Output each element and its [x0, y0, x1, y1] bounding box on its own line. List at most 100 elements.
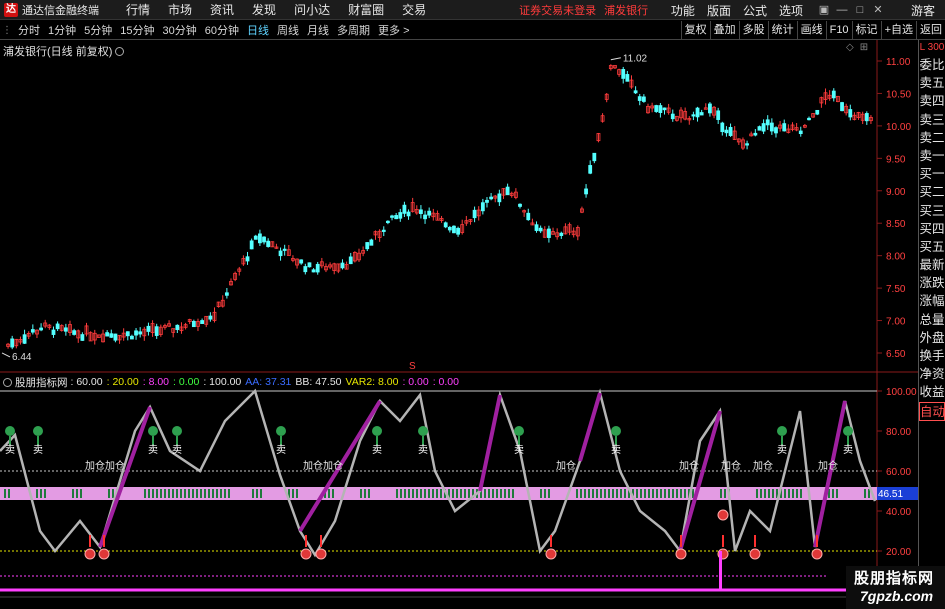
maximize-icon[interactable]: □ [853, 3, 867, 17]
menu-news[interactable]: 资讯 [201, 1, 243, 18]
side-item-9[interactable]: 买四 [919, 220, 945, 238]
side-item-3[interactable]: 卖三 [919, 111, 945, 129]
band-tick [460, 489, 462, 498]
period-multi[interactable]: 多周期 [333, 22, 374, 38]
menu-wealth[interactable]: 财富圈 [339, 1, 393, 18]
period-5min[interactable]: 5分钟 [80, 22, 116, 38]
side-item-0[interactable]: 委比 [919, 56, 945, 74]
statistics-button[interactable]: 统计 [767, 21, 797, 40]
menu-function[interactable]: 功能 [665, 2, 701, 19]
band-tick [644, 489, 646, 498]
stock-chart[interactable]: 11.00 10.50 10.00 9.50 9.00 8.50 8.00 7.50 7.00 6… [0, 40, 918, 598]
side-item-6[interactable]: 买一 [919, 165, 945, 183]
side-item-2[interactable]: 卖四 [919, 92, 945, 110]
multi-stock-button[interactable]: 多股 [738, 21, 768, 40]
period-weekly[interactable]: 周线 [273, 22, 303, 38]
price-tick-label: 9.50 [886, 154, 906, 165]
period-intraday[interactable]: 分时 [14, 22, 44, 38]
band-tick [8, 489, 10, 498]
quote-side-panel: L 300 委比 卖五 卖四 卖三 卖二 卖一 买一 买二 买三 买四 买五 最新 涨跌 涨幅 总量 外盘 换手… [918, 40, 945, 609]
candle-body [266, 240, 271, 247]
band-tick [396, 489, 398, 498]
period-more[interactable]: 更多 > [374, 22, 414, 38]
candle-body [10, 338, 15, 348]
candle-body [30, 329, 35, 333]
side-item-18[interactable]: 收益 [919, 383, 945, 401]
candle-body [654, 105, 659, 112]
side-item-11[interactable]: 最新 [919, 256, 945, 274]
back-button[interactable]: 返回 [916, 21, 945, 40]
skin-icon[interactable]: ▣ [817, 3, 831, 17]
menu-options[interactable]: 选项 [773, 2, 809, 19]
side-item-17[interactable]: 净资 [919, 365, 945, 383]
side-item-16[interactable]: 换手 [919, 347, 945, 365]
side-item-15[interactable]: 外盘 [919, 329, 945, 347]
zoom-icon[interactable]: ⊞ [860, 42, 874, 53]
ind-tick-label: 80.00 [886, 427, 911, 438]
menu-layout[interactable]: 版面 [701, 2, 737, 19]
side-item-12[interactable]: 涨跌 [919, 274, 945, 292]
band-tick [332, 489, 334, 498]
side-item-8[interactable]: 买三 [919, 202, 945, 220]
side-item-5[interactable]: 卖一 [919, 147, 945, 165]
period-monthly[interactable]: 月线 [303, 22, 333, 38]
login-notice[interactable]: 证券交易未登录 [519, 2, 596, 18]
sell-circle-icon [33, 426, 43, 436]
menu-discover[interactable]: 发现 [243, 1, 285, 18]
toolbar-handle-icon: ⋮ [2, 24, 12, 36]
diamond-icon[interactable]: ◇ [846, 42, 860, 53]
menu-formula[interactable]: 公式 [737, 2, 773, 19]
f10-button[interactable]: F10 [825, 21, 852, 40]
candle-body [245, 256, 250, 262]
candle-body [831, 90, 836, 99]
period-30min[interactable]: 30分钟 [159, 22, 201, 38]
candle-body [753, 132, 758, 136]
side-item-7[interactable]: 买二 [919, 183, 945, 201]
sell-label: 卖 [418, 444, 428, 456]
band-tick [428, 489, 430, 498]
side-item-13[interactable]: 涨幅 [919, 292, 945, 310]
oscillator-up-segment [578, 392, 602, 462]
close-icon[interactable]: ✕ [871, 3, 885, 17]
sell-label: 卖 [276, 444, 286, 456]
candle-body [864, 113, 869, 122]
overlay-button[interactable]: 叠加 [709, 21, 739, 40]
sell-label: 卖 [372, 444, 382, 456]
period-15min[interactable]: 15分钟 [116, 22, 158, 38]
draw-line-button[interactable]: 画线 [796, 21, 826, 40]
indicator-circle-icon[interactable] [3, 377, 12, 387]
menu-quotes[interactable]: 行情 [117, 1, 159, 18]
candle-body [146, 325, 151, 332]
period-daily[interactable]: 日线 [243, 22, 273, 38]
candle-body [303, 266, 308, 273]
side-item-1[interactable]: 卖五 [919, 74, 945, 92]
indicator-name[interactable]: 股朋指标网 [15, 375, 68, 390]
candle-body [658, 105, 663, 114]
band-tick [764, 489, 766, 498]
period-1min[interactable]: 1分钟 [44, 22, 80, 38]
price-tick-label: 10.00 [886, 122, 911, 133]
indicator-value-4: : 100.00 [203, 376, 242, 388]
side-item-10[interactable]: 买五 [919, 238, 945, 256]
band-tick [164, 489, 166, 498]
menu-market[interactable]: 市场 [159, 1, 201, 18]
menu-ask[interactable]: 问小达 [285, 1, 339, 18]
minimize-icon[interactable]: — [835, 3, 849, 17]
band-tick [668, 489, 670, 498]
guest-login[interactable]: 游客 [911, 2, 935, 19]
period-60min[interactable]: 60分钟 [201, 22, 243, 38]
candle-body [299, 259, 304, 264]
restore-rights-button[interactable]: 复权 [680, 21, 710, 40]
add-position-label: 加仓 [679, 459, 699, 472]
side-item-4[interactable]: 卖二 [919, 129, 945, 147]
low-pointer [1, 352, 11, 358]
side-item-14[interactable]: 总量 [919, 311, 945, 329]
candle-body [307, 262, 312, 268]
add-position-label: 加仓 [323, 459, 343, 472]
add-watchlist-button[interactable]: +自选 [880, 21, 916, 40]
candle-body [637, 96, 642, 101]
menu-trade[interactable]: 交易 [393, 1, 435, 18]
settings-circle-icon[interactable] [115, 47, 125, 56]
auto-button[interactable]: 自动 [919, 401, 945, 421]
mark-button[interactable]: 标记 [851, 21, 881, 40]
